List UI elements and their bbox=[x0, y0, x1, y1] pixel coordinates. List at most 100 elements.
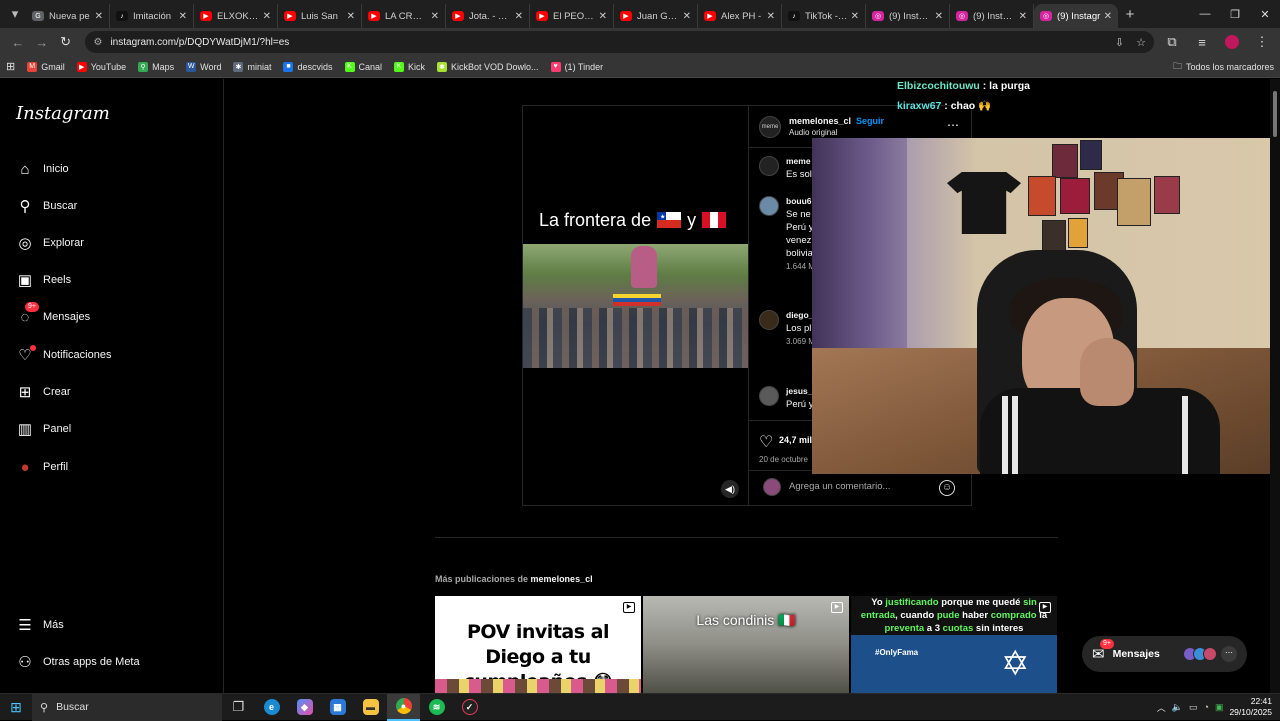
windows-start-icon[interactable]: ⊞ bbox=[0, 699, 32, 716]
edge-icon[interactable]: e bbox=[255, 694, 288, 721]
bookmark-item[interactable]: ▶ YouTube bbox=[76, 61, 126, 72]
restore-icon[interactable]: ❐ bbox=[1220, 8, 1250, 21]
audio-toggle-icon[interactable]: ◀) bbox=[721, 480, 739, 498]
author-avatar[interactable]: meme bbox=[759, 116, 781, 138]
sidebar-item-buscar[interactable]: ⚲ Buscar bbox=[16, 194, 78, 218]
more-posts-user[interactable]: memelones_cl bbox=[531, 574, 593, 584]
close-tab-icon[interactable]: ✕ bbox=[683, 11, 691, 22]
network-icon[interactable]: ▭ bbox=[1189, 702, 1198, 713]
browser-tab[interactable]: ▶ El PEOR C✕ bbox=[530, 4, 614, 28]
scrollbar-thumb[interactable] bbox=[1273, 91, 1277, 137]
sidebar-item-explorar[interactable]: ◎ Explorar bbox=[16, 231, 84, 255]
close-tab-icon[interactable]: ✕ bbox=[263, 11, 271, 22]
post-thumbnail[interactable]: Las condinis 🇮🇹 ▶ bbox=[643, 596, 849, 693]
back-button[interactable]: ← bbox=[6, 30, 30, 54]
sidebar-item-mensajes[interactable]: ◌ 9+ Mensajes bbox=[16, 302, 90, 329]
sidebar-item-perfil[interactable]: ● Perfil bbox=[16, 455, 68, 479]
avatar[interactable] bbox=[759, 196, 779, 216]
close-tab-icon[interactable]: ✕ bbox=[515, 11, 523, 22]
volume-icon[interactable]: 🔈 bbox=[1172, 702, 1183, 713]
browser-tab[interactable]: ◎ (9) Instagr ✕ bbox=[1034, 4, 1118, 28]
bookmark-item[interactable]: ✱ KickBot VOD Dowlo... bbox=[437, 61, 539, 72]
post-username[interactable]: memelones_cl bbox=[789, 116, 851, 126]
close-tab-icon[interactable]: ✕ bbox=[179, 11, 187, 22]
more-options-icon[interactable]: ⋯ bbox=[947, 118, 959, 132]
post-thumbnail[interactable]: POV invitas al Diego a tu cumpleaños 😳 ▶ bbox=[435, 596, 641, 693]
bookmark-item[interactable]: K Kick bbox=[394, 61, 425, 72]
close-tab-icon[interactable]: ✕ bbox=[347, 11, 355, 22]
comment-input[interactable]: Agrega un comentario... bbox=[789, 481, 890, 492]
app-icon[interactable]: ✓ bbox=[453, 694, 486, 721]
browser-tab[interactable]: ◎ (9) Instagr ✕ bbox=[866, 4, 950, 28]
page-scrollbar[interactable] bbox=[1270, 79, 1280, 693]
bookmark-star-icon[interactable]: ☆ bbox=[1136, 36, 1146, 49]
extensions-icon[interactable]: ⧉ bbox=[1160, 30, 1184, 54]
browser-tab[interactable]: ▶ LA CRONO✕ bbox=[362, 4, 446, 28]
spotify-icon[interactable]: ≋ bbox=[420, 694, 453, 721]
sidebar-item-panel[interactable]: ▥ Panel bbox=[16, 417, 71, 441]
like-heart-icon[interactable]: ♡ bbox=[759, 432, 773, 452]
chrome-icon[interactable]: ● bbox=[387, 693, 420, 721]
close-tab-icon[interactable]: ✕ bbox=[599, 11, 607, 22]
install-app-icon[interactable]: ⇩ bbox=[1115, 36, 1124, 49]
sidebar-item-notificaciones[interactable]: ♡ Notificaciones bbox=[16, 343, 111, 367]
comment-username[interactable]: meme bbox=[786, 156, 811, 166]
bookmark-item[interactable]: ■ descvids bbox=[283, 61, 333, 72]
close-tab-icon[interactable]: ✕ bbox=[431, 11, 439, 22]
sidebar-item-reels[interactable]: ▣ Reels bbox=[16, 268, 71, 292]
close-tab-icon[interactable]: ✕ bbox=[1104, 11, 1112, 22]
post-video[interactable]: La frontera de ★ y ◀) bbox=[523, 106, 748, 505]
close-tab-icon[interactable]: ✕ bbox=[1019, 11, 1027, 22]
browser-tab[interactable]: ▶ Juan Gabri ✕ bbox=[614, 4, 698, 28]
shield-icon[interactable]: ▣ bbox=[1215, 702, 1224, 713]
media-controls-icon[interactable]: ≡ bbox=[1190, 30, 1214, 54]
chrome-menu-icon[interactable]: ⋮ bbox=[1250, 30, 1274, 54]
post-thumbnail[interactable]: Yo justificando porque me quedé sin entr… bbox=[851, 596, 1057, 693]
bookmark-item[interactable]: M Gmail bbox=[27, 61, 65, 72]
emoji-icon[interactable]: ☺ bbox=[939, 480, 955, 496]
bookmark-item[interactable]: ✱ miniat bbox=[233, 61, 271, 72]
instagram-logo[interactable]: Instagram bbox=[16, 103, 110, 124]
more-options-icon[interactable]: ⋯ bbox=[1221, 646, 1237, 662]
close-tab-icon[interactable]: ✕ bbox=[935, 11, 943, 22]
chevron-up-icon[interactable]: ︿ bbox=[1157, 701, 1166, 714]
browser-tab[interactable]: ▶ Jota. - You ✕ bbox=[446, 4, 530, 28]
sidebar-item-more[interactable]: ☰ Más bbox=[16, 613, 64, 637]
reload-button[interactable]: ↻ bbox=[54, 30, 78, 54]
browser-tab[interactable]: ♪ Imitación ✕ bbox=[110, 4, 194, 28]
browser-tab[interactable]: ▶ ELXOKAS ✕ bbox=[194, 4, 278, 28]
avatar[interactable] bbox=[759, 156, 779, 176]
sidebar-item-crear[interactable]: ⊞ Crear bbox=[16, 380, 71, 404]
close-window-icon[interactable]: ✕ bbox=[1250, 8, 1280, 21]
copilot-icon[interactable]: ◆ bbox=[288, 694, 321, 721]
audio-original-link[interactable]: Audio original bbox=[789, 128, 837, 137]
browser-tab[interactable]: ♪ TikTok - M ✕ bbox=[782, 4, 866, 28]
minimize-icon[interactable]: — bbox=[1190, 8, 1220, 21]
all-bookmarks-button[interactable]: 🗀 Todos los marcadores bbox=[1173, 59, 1274, 75]
comment-username[interactable]: bouu6 bbox=[786, 196, 812, 206]
close-tab-icon[interactable]: ✕ bbox=[95, 11, 103, 22]
likes-count[interactable]: 24,7 mil bbox=[779, 435, 812, 445]
messages-pill[interactable]: ✉ 9+ Mensajes ⋯ bbox=[1082, 636, 1247, 672]
comment-username[interactable]: jesus_ bbox=[786, 386, 812, 396]
avatar[interactable] bbox=[759, 386, 779, 406]
close-tab-icon[interactable]: ✕ bbox=[767, 11, 775, 22]
sidebar-item-inicio[interactable]: ⌂ Inicio bbox=[16, 157, 68, 181]
forward-button[interactable]: → bbox=[30, 30, 54, 54]
profile-icon[interactable] bbox=[1220, 30, 1244, 54]
sidebar-item-meta-apps[interactable]: ⚇ Otras apps de Meta bbox=[16, 650, 139, 674]
tab-search-button[interactable]: ▾ bbox=[4, 3, 26, 25]
store-icon[interactable]: ▦ bbox=[321, 694, 354, 721]
browser-tab[interactable]: ◎ (9) Instagr ✕ bbox=[950, 4, 1034, 28]
wifi-icon[interactable]: ◔ bbox=[1204, 702, 1209, 712]
bookmark-item[interactable]: K Canal bbox=[344, 61, 382, 72]
clock[interactable]: 22:41 29/10/2025 bbox=[1229, 696, 1272, 718]
bookmark-item[interactable]: ♥ (1) Tinder bbox=[550, 61, 603, 72]
address-bar[interactable]: ⚙ instagram.com/p/DQDYWatDjM1/?hl=es ⇩ ☆ bbox=[85, 31, 1154, 53]
new-tab-button[interactable]: + bbox=[1118, 6, 1142, 23]
browser-tab[interactable]: ▶ Alex PH - ✕ bbox=[698, 4, 782, 28]
bookmark-item[interactable]: W Word bbox=[186, 61, 221, 72]
follow-button[interactable]: Seguir bbox=[856, 116, 884, 126]
taskbar-search[interactable]: ⚲ Buscar bbox=[32, 693, 222, 721]
post-date[interactable]: 20 de octubre bbox=[759, 455, 808, 464]
